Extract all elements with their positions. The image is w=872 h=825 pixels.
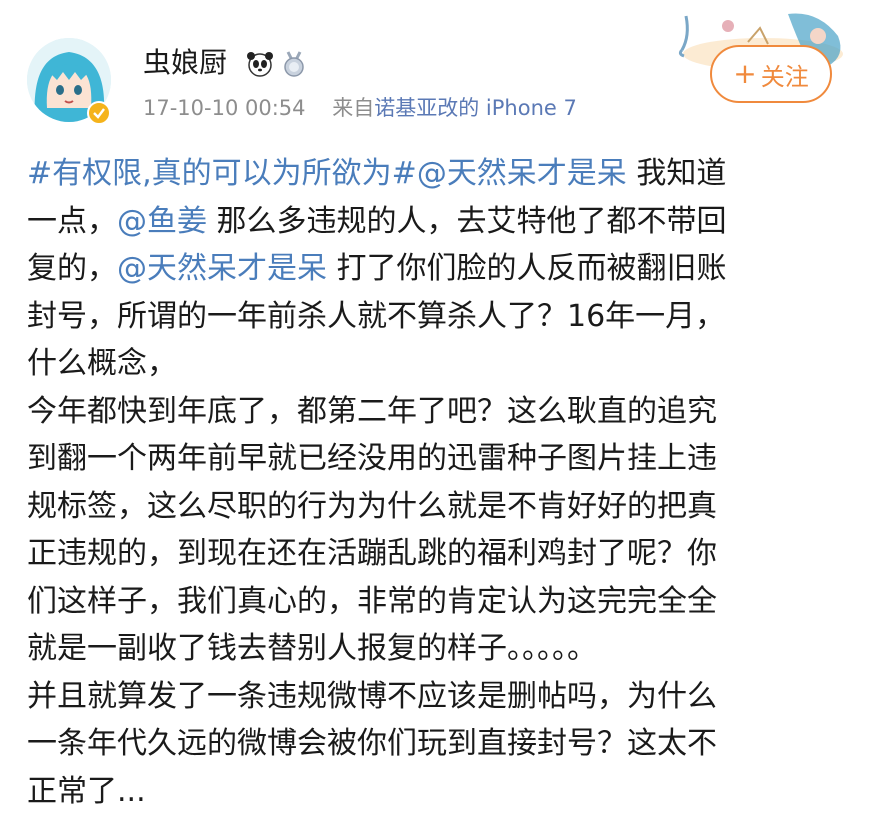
post-text: 那么多违规的人，去艾特他了都不带回 xyxy=(207,203,727,239)
post-line: 什么概念， xyxy=(27,346,177,381)
topic-link[interactable]: #有权限,真的可以为所欲为# xyxy=(27,156,417,191)
post-line: 们这样子，我们真心的，非常的肯定认为这完完全全 xyxy=(27,583,717,619)
verified-badge-icon xyxy=(87,101,111,125)
post-line: 一点，@鱼姜 那么多违规的人，去艾特他了都不带回 xyxy=(27,198,827,246)
post-line: 到翻一个两年前早就已经没用的迅雷种子图片挂上违 xyxy=(27,441,717,476)
post-text: 我知道 xyxy=(626,156,727,191)
post-text: 一点， xyxy=(27,203,117,239)
post-line: #有权限,真的可以为所欲为#@天然呆才是呆 我知道 xyxy=(27,150,827,198)
user-badges xyxy=(246,50,308,78)
post-text: 打了你们脸的人反而被翻旧账 xyxy=(327,251,727,286)
post-line: 复的，@天然呆才是呆 打了你们脸的人反而被翻旧账 xyxy=(27,245,827,293)
follow-button[interactable]: + 关注 xyxy=(710,45,832,103)
mention-link[interactable]: @鱼姜 xyxy=(117,204,207,239)
post-line: 封号，所谓的一年前杀人就不算杀人了？16年一月， xyxy=(27,298,726,334)
post-line: 规标签，这么尽职的行为为什么就是不肯好好的把真 xyxy=(27,488,717,524)
mention-link[interactable]: @天然呆才是呆 xyxy=(117,251,327,286)
post-text: 复的， xyxy=(27,251,117,286)
post-line: 并且就算发了一条违规微博不应该是删帖吗，为什么 xyxy=(27,678,717,714)
medal-icon[interactable] xyxy=(280,50,308,78)
post-meta: 17-10-10 00:54 来自诺基亚改的 iPhone 7 xyxy=(143,94,577,122)
post-header: 虫娘厨 17-10-10 00:54 来自诺基亚改的 iPhone 7 + 关注 xyxy=(0,0,872,145)
post-line: 正违规的，到现在还在活蹦乱跳的福利鸡封了呢？你 xyxy=(27,536,717,571)
post-line: 今年都快到年底了，都第二年了吧？这么耿直的追究 xyxy=(27,393,717,429)
username[interactable]: 虫娘厨 xyxy=(143,45,227,81)
plus-icon: + xyxy=(733,57,757,90)
post-line: 就是一副收了钱去替别人报复的样子。。。。。 xyxy=(27,631,597,666)
mention-link[interactable]: @天然呆才是呆 xyxy=(417,156,627,191)
post-line: 正常了... xyxy=(27,773,146,809)
post-timestamp: 17-10-10 00:54 xyxy=(143,96,306,120)
post-body: #有权限,真的可以为所欲为#@天然呆才是呆 我知道 一点，@鱼姜 那么多违规的人… xyxy=(27,150,827,815)
follow-label: 关注 xyxy=(760,62,809,91)
post-source-link[interactable]: 诺基亚改的 iPhone 7 xyxy=(374,96,577,120)
post-line: 一条年代久远的微博会被你们玩到直接封号？这太不 xyxy=(27,726,717,761)
panda-icon[interactable] xyxy=(246,50,274,78)
source-prefix: 来自 xyxy=(332,96,375,120)
